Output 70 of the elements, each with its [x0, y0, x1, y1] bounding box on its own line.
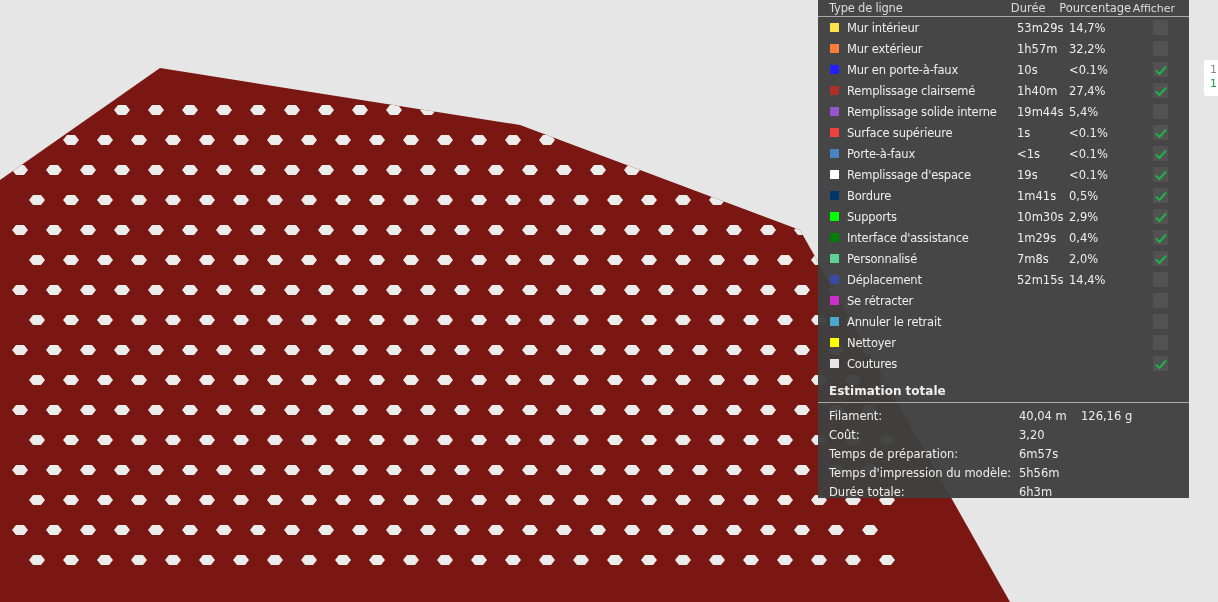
line-type-label: Mur extérieur: [847, 41, 924, 56]
visibility-checkbox[interactable]: [1153, 83, 1168, 98]
line-type-label: Remplissage d'espace: [847, 167, 972, 182]
line-type-label: Coutures: [847, 356, 899, 371]
duration-text: 52m15s: [1017, 272, 1064, 287]
visibility-checkbox[interactable]: [1153, 251, 1168, 266]
line-type-label: Mur en porte-à-faux: [847, 62, 959, 77]
percent-text: <0.1%: [1069, 146, 1108, 161]
line-type-label: Remplissage clairsemé: [847, 83, 977, 98]
duration-text: 19s: [1017, 167, 1038, 182]
percent-text: 32,2%: [1069, 41, 1106, 56]
duration-text: <1s: [1017, 146, 1040, 161]
percent-text: 14,4%: [1069, 272, 1106, 287]
percent-text: <0.1%: [1069, 62, 1108, 77]
line-type-label: Mur intérieur: [847, 20, 921, 35]
visibility-checkbox[interactable]: [1153, 188, 1168, 203]
line-type-label: Nettoyer: [847, 335, 897, 350]
duration-text: 1h57m: [1017, 41, 1058, 56]
percent-text: <0.1%: [1069, 125, 1108, 140]
percent-text: <0.1%: [1069, 167, 1108, 182]
duration-text: 1m41s: [1017, 188, 1057, 203]
column-header: Pourcentage: [1059, 1, 1133, 15]
estimate-label: Durée totale:: [829, 484, 906, 499]
estimate-value: 40,04 m: [1019, 408, 1068, 423]
duration-text: 1s: [1017, 125, 1031, 140]
line-type-label: Déplacement: [847, 272, 923, 287]
section-title: Estimation totale: [818, 380, 1189, 403]
visibility-checkbox[interactable]: [1153, 230, 1168, 245]
duration-text: 10m30s: [1017, 209, 1064, 224]
percent-text: 2,9%: [1069, 209, 1099, 224]
estimate-label: Temps d'impression du modèle:: [829, 465, 1013, 480]
percent-text: 0,5%: [1069, 188, 1099, 203]
side-card: 1 1: [1204, 60, 1218, 96]
line-type-label: Bordure: [847, 188, 893, 203]
line-type-label: Personnalisé: [847, 251, 919, 266]
line-type-label: Remplissage solide interne: [847, 104, 998, 119]
estimate-value: 6h3m: [1019, 484, 1054, 499]
percent-text: 27,4%: [1069, 83, 1106, 98]
estimate-value: 6m57s: [1019, 446, 1060, 461]
percent-text: 14,7%: [1069, 20, 1106, 35]
duration-text: 1h40m: [1017, 83, 1058, 98]
duration-text: 7m8s: [1017, 251, 1049, 266]
duration-text: 1m29s: [1017, 230, 1057, 245]
line-type-label: Supports: [847, 209, 898, 224]
estimate-value: 5h56m: [1019, 465, 1061, 480]
duration-text: 10s: [1017, 62, 1038, 77]
visibility-checkbox[interactable]: [1153, 146, 1168, 161]
percent-text: 0,4%: [1069, 230, 1099, 245]
column-header: Type de ligne: [829, 1, 904, 15]
estimate-value: 3,20: [1019, 427, 1046, 442]
estimate-label: Filament:: [829, 408, 884, 423]
percent-text: 5,4%: [1069, 104, 1099, 119]
visibility-checkbox[interactable]: [1153, 125, 1168, 140]
visibility-checkbox[interactable]: [1153, 209, 1168, 224]
line-type-label: Interface d'assistance: [847, 230, 970, 245]
visibility-checkbox[interactable]: [1153, 62, 1168, 77]
duration-text: 53m29s: [1017, 20, 1064, 35]
visibility-checkbox[interactable]: [1153, 167, 1168, 182]
duration-text: 19m44s: [1017, 104, 1064, 119]
line-type-label: Annuler le retrait: [847, 314, 943, 329]
line-type-label: Porte-à-faux: [847, 146, 916, 161]
line-type-label: Se rétracter: [847, 293, 915, 308]
percent-text: 2,0%: [1069, 251, 1099, 266]
line-type-label: Surface supérieure: [847, 125, 954, 140]
estimate-label: Coût:: [829, 427, 861, 442]
estimate-value: 126,16 g: [1081, 408, 1133, 423]
visibility-checkbox[interactable]: [1153, 356, 1168, 371]
estimate-label: Temps de préparation:: [829, 446, 960, 461]
column-header: Afficher: [1132, 1, 1177, 15]
column-header: Durée: [1010, 1, 1047, 15]
